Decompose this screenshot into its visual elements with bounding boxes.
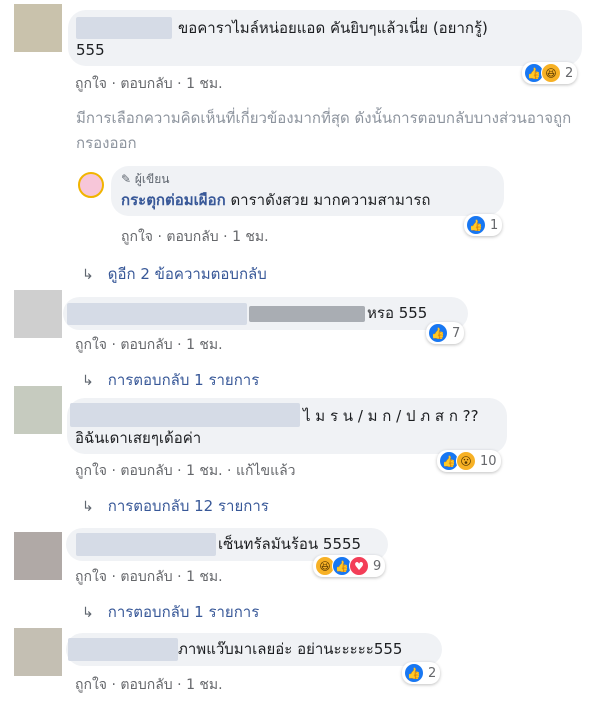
comment-bubble: ไ ม ร น / ม ก / ป ภ ส ก ?? อิฉันเดาเสยๆเ… [67,398,507,454]
blurred-username[interactable] [68,638,178,661]
reaction-summary[interactable]: 👍 7 [426,322,465,344]
author-name[interactable]: กระตุกต่อมเผือก [121,191,226,209]
reaction-count: 9 [373,558,382,574]
blurred-username[interactable] [76,17,172,39]
blurred-username[interactable] [67,303,247,325]
comment-text: 555 [76,41,105,59]
like-link[interactable]: ถูกใจ [121,229,153,245]
comment-text: ขอคาราไมล์หน่อยแอด คันยิบๆแล้วเนี่ย (อยา… [178,19,488,37]
timestamp[interactable]: 1 ชม. [186,337,223,353]
reply-text: ดาราดังสวย มากความสามารถ [225,191,431,209]
reaction-summary[interactable]: 👍 1 [464,214,503,236]
like-link[interactable]: ถูกใจ [75,569,107,585]
comment-text: ไ ม ร น / ม ก / ป ภ ส ก ?? [303,407,479,425]
haha-icon: 😆 [541,63,561,83]
like-link[interactable]: ถูกใจ [75,76,107,92]
reaction-count: 2 [428,665,437,681]
view-more-replies[interactable]: ↳ ดูอีก 2 ข้อความตอบกลับ [82,262,267,286]
comment-text: ภาพแว๊บมาเลยอ่ะ อย่านะะะะะ555 [178,640,403,658]
comment-bubble: หรอ 555 [63,297,468,330]
author-avatar[interactable] [78,172,104,198]
reaction-summary[interactable]: 👍 2 [402,662,441,684]
reaction-count: 2 [565,65,574,81]
reaction-summary[interactable]: 👍 😆 2 [522,62,578,84]
timestamp[interactable]: 1 ชม. [186,76,223,92]
view-replies[interactable]: ↳ การตอบกลับ 12 รายการ [82,494,269,518]
timestamp[interactable]: 1 ชม. [186,569,223,585]
edited-label[interactable]: แก้ไขแล้ว [236,463,296,479]
avatar[interactable] [14,532,62,580]
comment-actions: ถูกใจ · ตอบกลับ · 1 ชม. [75,569,223,585]
comment-bubble: ภาพแว๊บมาเลยอ่ะ อย่านะะะะะ555 [66,633,442,666]
timestamp[interactable]: 1 ชม. [186,677,223,693]
view-replies[interactable]: ↳ การตอบกลับ 1 รายการ [82,600,259,624]
like-link[interactable]: ถูกใจ [75,677,107,693]
blurred-username[interactable] [70,403,300,427]
pencil-icon: ✎ [121,172,135,186]
like-icon: 👍 [466,215,486,235]
timestamp[interactable]: 1 ชม. [186,463,223,479]
like-icon: 👍 [404,663,424,683]
reply-link[interactable]: ตอบกลับ [120,76,172,92]
comment-actions: ถูกใจ · ตอบกลับ · 1 ชม. [75,76,223,92]
like-link[interactable]: ถูกใจ [75,463,107,479]
reaction-summary[interactable]: 😆 👍 ♥ 9 [313,555,386,577]
reply-link[interactable]: ตอบกลับ [120,463,172,479]
reply-link[interactable]: ตอบกลับ [120,569,172,585]
comment-actions: ถูกใจ · ตอบกลับ · 1 ชม. · แก้ไขแล้ว [75,463,296,479]
blurred-username[interactable] [76,533,216,556]
reply-arrow-icon: ↳ [82,373,94,389]
reply-link[interactable]: ตอบกลับ [120,677,172,693]
comment-text: เซ็นทรัลมันร้อน 5555 [218,535,362,553]
author-badge: ผู้เขียน [134,172,170,186]
view-replies[interactable]: ↳ การตอบกลับ 1 รายการ [82,368,259,392]
avatar[interactable] [14,386,62,434]
reply-link[interactable]: ตอบกลับ [166,229,218,245]
like-icon: 👍 [428,323,448,343]
reply-actions: ถูกใจ · ตอบกลับ · 1 ชม. [121,229,269,245]
reaction-count: 10 [480,453,497,469]
reply-bubble: ✎ ผู้เขียน กระตุกต่อมเผือก ดาราดังสวย มา… [111,166,504,216]
comment-text: หรอ 555 [367,304,428,322]
comment-text: อิฉันเดาเสยๆเด้อค่า [75,429,202,447]
reaction-summary[interactable]: 👍 😮 10 [437,450,501,472]
reaction-count: 7 [452,325,461,341]
wow-icon: 😮 [456,451,476,471]
reply-arrow-icon: ↳ [82,499,94,515]
love-icon: ♥ [349,556,369,576]
reply-link[interactable]: ตอบกลับ [120,337,172,353]
like-link[interactable]: ถูกใจ [75,337,107,353]
comment-actions: ถูกใจ · ตอบกลับ · 1 ชม. [75,677,223,693]
blurred-text [249,306,365,322]
filter-notice: มีการเลือกความคิดเห็นที่เกี่ยวข้องมากที่… [76,109,572,152]
comment-actions: ถูกใจ · ตอบกลับ · 1 ชม. [75,337,223,353]
reply-arrow-icon: ↳ [82,605,94,621]
avatar[interactable] [14,4,62,52]
reply-arrow-icon: ↳ [82,267,94,283]
timestamp[interactable]: 1 ชม. [232,229,269,245]
avatar[interactable] [14,628,62,676]
avatar[interactable] [14,290,62,338]
reaction-count: 1 [490,217,499,233]
comment-bubble: ขอคาราไมล์หน่อยแอด คันยิบๆแล้วเนี่ย (อยา… [68,10,582,66]
